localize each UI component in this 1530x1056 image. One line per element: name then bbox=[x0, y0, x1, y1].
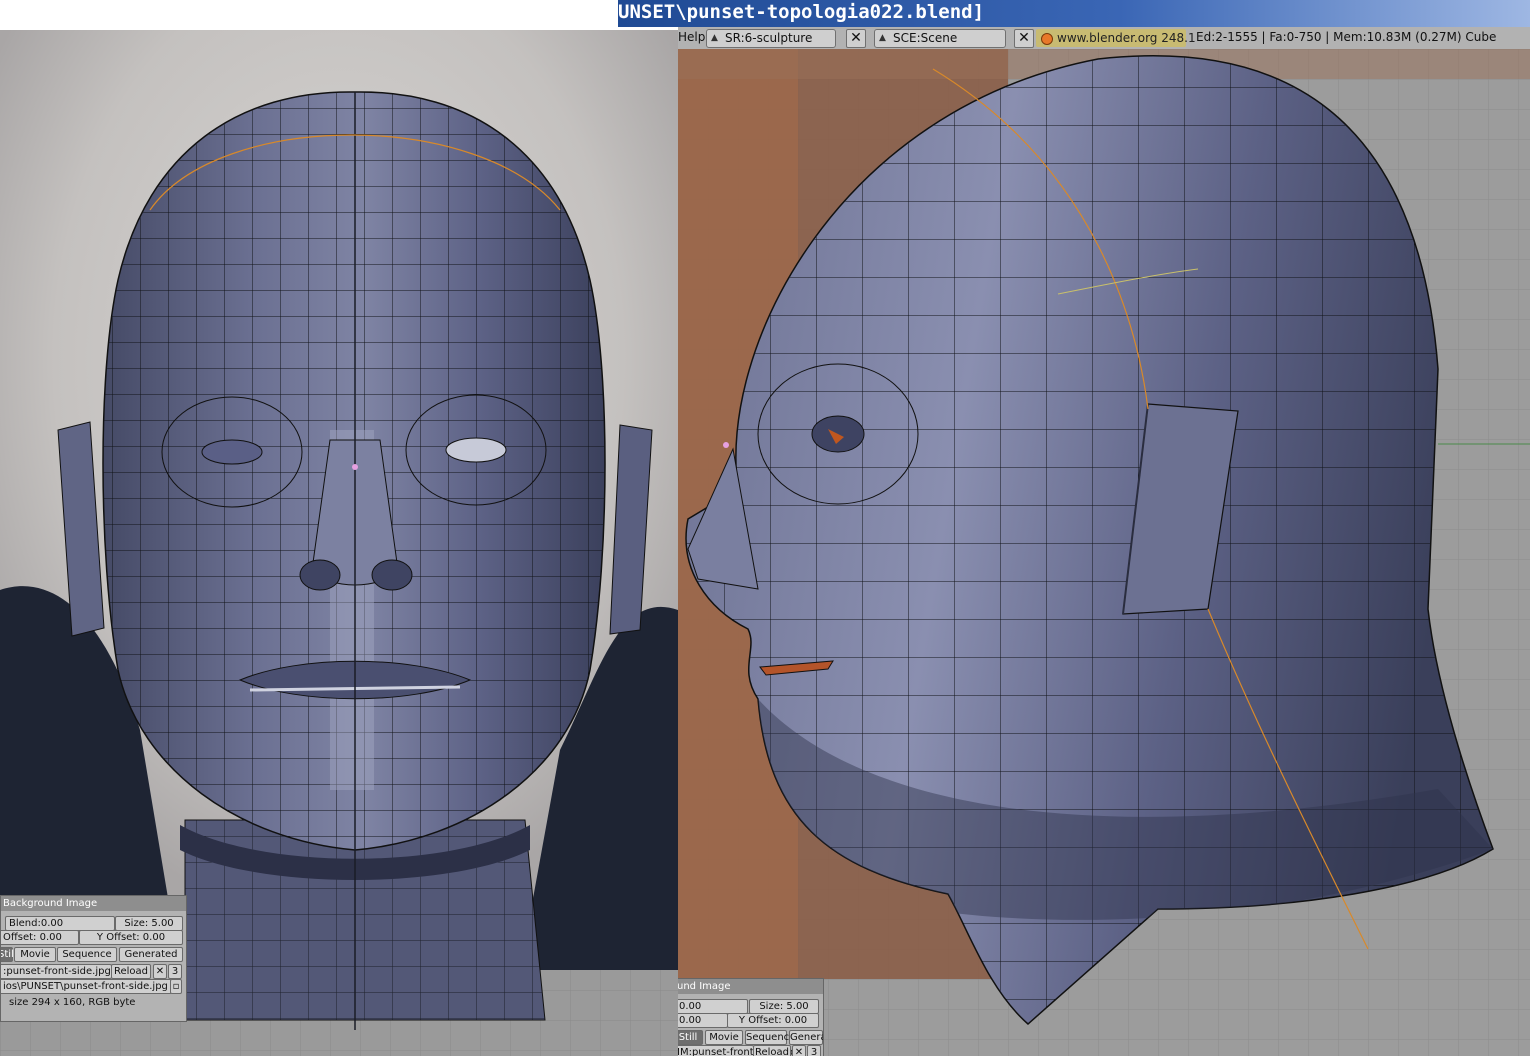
panel-title: und Image bbox=[678, 979, 823, 994]
window-title: UNSET\punset-topologia022.blend] bbox=[618, 1, 985, 23]
tab-movie[interactable]: Movie bbox=[705, 1030, 743, 1045]
tab-movie[interactable]: Movie bbox=[14, 947, 56, 962]
users-count: 3 bbox=[807, 1045, 821, 1056]
window-title-bar: UNSET\punset-topologia022.blend] bbox=[618, 0, 1530, 27]
image-path-field[interactable]: ios\PUNSET\punset-front-side.jpg bbox=[1, 979, 172, 994]
front-3d-viewport[interactable]: Background Image Blend:0.00 Size: 5.00 O… bbox=[0, 30, 678, 1056]
tab-generated[interactable]: Generated bbox=[789, 1030, 823, 1045]
y-offset-field[interactable]: Y Offset: 0.00 bbox=[727, 1013, 819, 1028]
y-offset-field[interactable]: Y Offset: 0.00 bbox=[79, 930, 183, 945]
image-name-field[interactable]: :punset-front-side.jpg bbox=[1, 964, 112, 979]
image-info: size 294 x 160, RGB byte bbox=[9, 997, 136, 1008]
size-field[interactable]: Size: 5.00 bbox=[115, 916, 183, 931]
side-3d-viewport[interactable]: und Image 0.00 Size: 5.00 0.00 Y Offset:… bbox=[678, 49, 1530, 1056]
scene-stats: Ed:2-1555 | Fa:0-750 | Mem:10.83M (0.27M… bbox=[1196, 30, 1497, 44]
image-name-field[interactable]: IM:punset-front-side.jpg bbox=[678, 1045, 796, 1056]
blend-slider[interactable]: 0.00 bbox=[678, 999, 748, 1014]
blender-logo-icon bbox=[1041, 33, 1053, 45]
screen-selector[interactable]: ▲ SR:6-sculpture bbox=[706, 29, 836, 48]
reload-button[interactable]: Reload bbox=[111, 964, 151, 979]
tab-sequence[interactable]: Sequence bbox=[745, 1030, 795, 1045]
help-menu[interactable]: Help bbox=[678, 29, 705, 46]
x-offset-field[interactable]: 0.00 bbox=[678, 1013, 728, 1028]
background-image-panel-side: und Image 0.00 Size: 5.00 0.00 Y Offset:… bbox=[678, 978, 824, 1056]
tab-still[interactable]: Still bbox=[678, 1030, 703, 1045]
background-image-panel: Background Image Blend:0.00 Size: 5.00 O… bbox=[0, 895, 187, 1022]
tab-still[interactable]: Still bbox=[1, 947, 17, 962]
updown-arrow-icon: ▲ bbox=[711, 33, 718, 43]
panel-title: Background Image bbox=[1, 896, 186, 911]
info-header: Help ▲ SR:6-sculpture ✕ ▲ SCE:Scene ✕ ww… bbox=[678, 27, 1530, 50]
scene-selector[interactable]: ▲ SCE:Scene bbox=[874, 29, 1006, 48]
blend-slider[interactable]: Blend:0.00 bbox=[5, 916, 115, 931]
size-field[interactable]: Size: 5.00 bbox=[749, 999, 819, 1014]
updown-arrow-icon: ▲ bbox=[879, 33, 886, 43]
website-button[interactable]: www.blender.org 248.1 bbox=[1036, 29, 1196, 47]
file-browse-icon[interactable]: ▫ bbox=[170, 979, 182, 994]
unlink-image-button[interactable]: ✕ bbox=[153, 964, 167, 979]
x-offset-field[interactable]: Offset: 0.00 bbox=[1, 930, 79, 945]
delete-scene-button[interactable]: ✕ bbox=[1014, 29, 1034, 48]
tab-sequence[interactable]: Sequence bbox=[57, 947, 117, 962]
reload-button[interactable]: Reload bbox=[753, 1045, 791, 1056]
tab-generated[interactable]: Generated bbox=[119, 947, 183, 962]
delete-screen-button[interactable]: ✕ bbox=[846, 29, 866, 48]
side-view-canvas bbox=[678, 49, 1530, 1056]
users-count: 3 bbox=[168, 964, 182, 979]
unlink-image-button[interactable]: ✕ bbox=[792, 1045, 806, 1056]
